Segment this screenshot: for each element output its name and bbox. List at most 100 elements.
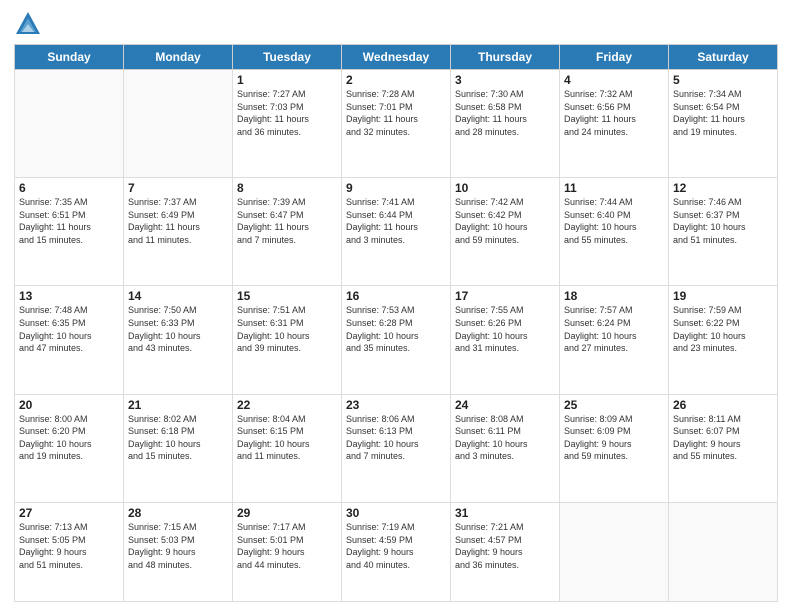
cell-info: Sunrise: 7:46 AM Sunset: 6:37 PM Dayligh… xyxy=(673,196,773,246)
calendar-cell: 20Sunrise: 8:00 AM Sunset: 6:20 PM Dayli… xyxy=(15,394,124,502)
cell-info: Sunrise: 7:53 AM Sunset: 6:28 PM Dayligh… xyxy=(346,304,446,354)
calendar-cell: 14Sunrise: 7:50 AM Sunset: 6:33 PM Dayli… xyxy=(124,286,233,394)
calendar-cell: 4Sunrise: 7:32 AM Sunset: 6:56 PM Daylig… xyxy=(560,70,669,178)
calendar-cell: 21Sunrise: 8:02 AM Sunset: 6:18 PM Dayli… xyxy=(124,394,233,502)
day-number: 14 xyxy=(128,289,228,303)
calendar-week-row: 6Sunrise: 7:35 AM Sunset: 6:51 PM Daylig… xyxy=(15,178,778,286)
cell-info: Sunrise: 7:30 AM Sunset: 6:58 PM Dayligh… xyxy=(455,88,555,138)
cell-info: Sunrise: 7:13 AM Sunset: 5:05 PM Dayligh… xyxy=(19,521,119,571)
cell-info: Sunrise: 7:27 AM Sunset: 7:03 PM Dayligh… xyxy=(237,88,337,138)
calendar-cell: 11Sunrise: 7:44 AM Sunset: 6:40 PM Dayli… xyxy=(560,178,669,286)
cell-info: Sunrise: 7:57 AM Sunset: 6:24 PM Dayligh… xyxy=(564,304,664,354)
calendar-cell xyxy=(669,502,778,601)
calendar-cell: 24Sunrise: 8:08 AM Sunset: 6:11 PM Dayli… xyxy=(451,394,560,502)
day-number: 27 xyxy=(19,506,119,520)
calendar-cell xyxy=(124,70,233,178)
day-number: 30 xyxy=(346,506,446,520)
calendar-week-row: 13Sunrise: 7:48 AM Sunset: 6:35 PM Dayli… xyxy=(15,286,778,394)
cell-info: Sunrise: 7:37 AM Sunset: 6:49 PM Dayligh… xyxy=(128,196,228,246)
cell-info: Sunrise: 7:28 AM Sunset: 7:01 PM Dayligh… xyxy=(346,88,446,138)
cell-info: Sunrise: 7:35 AM Sunset: 6:51 PM Dayligh… xyxy=(19,196,119,246)
cell-info: Sunrise: 7:15 AM Sunset: 5:03 PM Dayligh… xyxy=(128,521,228,571)
cell-info: Sunrise: 8:09 AM Sunset: 6:09 PM Dayligh… xyxy=(564,413,664,463)
calendar-cell: 6Sunrise: 7:35 AM Sunset: 6:51 PM Daylig… xyxy=(15,178,124,286)
calendar-cell: 31Sunrise: 7:21 AM Sunset: 4:57 PM Dayli… xyxy=(451,502,560,601)
logo xyxy=(14,10,46,38)
cell-info: Sunrise: 8:11 AM Sunset: 6:07 PM Dayligh… xyxy=(673,413,773,463)
calendar-week-row: 1Sunrise: 7:27 AM Sunset: 7:03 PM Daylig… xyxy=(15,70,778,178)
cell-info: Sunrise: 7:42 AM Sunset: 6:42 PM Dayligh… xyxy=(455,196,555,246)
calendar-table: SundayMondayTuesdayWednesdayThursdayFrid… xyxy=(14,44,778,602)
day-number: 16 xyxy=(346,289,446,303)
cell-info: Sunrise: 8:00 AM Sunset: 6:20 PM Dayligh… xyxy=(19,413,119,463)
day-number: 4 xyxy=(564,73,664,87)
cell-info: Sunrise: 7:32 AM Sunset: 6:56 PM Dayligh… xyxy=(564,88,664,138)
calendar-cell: 27Sunrise: 7:13 AM Sunset: 5:05 PM Dayli… xyxy=(15,502,124,601)
logo-icon xyxy=(14,10,42,38)
calendar-cell: 8Sunrise: 7:39 AM Sunset: 6:47 PM Daylig… xyxy=(233,178,342,286)
cell-info: Sunrise: 7:39 AM Sunset: 6:47 PM Dayligh… xyxy=(237,196,337,246)
calendar-cell: 9Sunrise: 7:41 AM Sunset: 6:44 PM Daylig… xyxy=(342,178,451,286)
cell-info: Sunrise: 8:08 AM Sunset: 6:11 PM Dayligh… xyxy=(455,413,555,463)
cell-info: Sunrise: 7:55 AM Sunset: 6:26 PM Dayligh… xyxy=(455,304,555,354)
calendar-cell xyxy=(15,70,124,178)
cell-info: Sunrise: 8:02 AM Sunset: 6:18 PM Dayligh… xyxy=(128,413,228,463)
calendar-cell: 10Sunrise: 7:42 AM Sunset: 6:42 PM Dayli… xyxy=(451,178,560,286)
day-number: 3 xyxy=(455,73,555,87)
calendar-week-row: 20Sunrise: 8:00 AM Sunset: 6:20 PM Dayli… xyxy=(15,394,778,502)
day-number: 13 xyxy=(19,289,119,303)
cell-info: Sunrise: 8:04 AM Sunset: 6:15 PM Dayligh… xyxy=(237,413,337,463)
day-number: 10 xyxy=(455,181,555,195)
day-of-week-header: Sunday xyxy=(15,45,124,70)
calendar-cell xyxy=(560,502,669,601)
day-number: 28 xyxy=(128,506,228,520)
day-of-week-header: Thursday xyxy=(451,45,560,70)
calendar-cell: 3Sunrise: 7:30 AM Sunset: 6:58 PM Daylig… xyxy=(451,70,560,178)
calendar-cell: 13Sunrise: 7:48 AM Sunset: 6:35 PM Dayli… xyxy=(15,286,124,394)
calendar-cell: 23Sunrise: 8:06 AM Sunset: 6:13 PM Dayli… xyxy=(342,394,451,502)
day-number: 6 xyxy=(19,181,119,195)
day-number: 19 xyxy=(673,289,773,303)
day-number: 24 xyxy=(455,398,555,412)
calendar-cell: 17Sunrise: 7:55 AM Sunset: 6:26 PM Dayli… xyxy=(451,286,560,394)
calendar-cell: 15Sunrise: 7:51 AM Sunset: 6:31 PM Dayli… xyxy=(233,286,342,394)
day-number: 22 xyxy=(237,398,337,412)
calendar-header-row: SundayMondayTuesdayWednesdayThursdayFrid… xyxy=(15,45,778,70)
cell-info: Sunrise: 7:19 AM Sunset: 4:59 PM Dayligh… xyxy=(346,521,446,571)
page: SundayMondayTuesdayWednesdayThursdayFrid… xyxy=(0,0,792,612)
day-number: 20 xyxy=(19,398,119,412)
calendar-cell: 19Sunrise: 7:59 AM Sunset: 6:22 PM Dayli… xyxy=(669,286,778,394)
day-number: 15 xyxy=(237,289,337,303)
calendar-cell: 22Sunrise: 8:04 AM Sunset: 6:15 PM Dayli… xyxy=(233,394,342,502)
calendar-cell: 2Sunrise: 7:28 AM Sunset: 7:01 PM Daylig… xyxy=(342,70,451,178)
calendar-cell: 12Sunrise: 7:46 AM Sunset: 6:37 PM Dayli… xyxy=(669,178,778,286)
day-number: 11 xyxy=(564,181,664,195)
calendar-cell: 30Sunrise: 7:19 AM Sunset: 4:59 PM Dayli… xyxy=(342,502,451,601)
cell-info: Sunrise: 7:34 AM Sunset: 6:54 PM Dayligh… xyxy=(673,88,773,138)
cell-info: Sunrise: 7:51 AM Sunset: 6:31 PM Dayligh… xyxy=(237,304,337,354)
cell-info: Sunrise: 7:59 AM Sunset: 6:22 PM Dayligh… xyxy=(673,304,773,354)
day-number: 8 xyxy=(237,181,337,195)
day-number: 12 xyxy=(673,181,773,195)
day-number: 18 xyxy=(564,289,664,303)
day-number: 23 xyxy=(346,398,446,412)
cell-info: Sunrise: 7:44 AM Sunset: 6:40 PM Dayligh… xyxy=(564,196,664,246)
calendar-cell: 1Sunrise: 7:27 AM Sunset: 7:03 PM Daylig… xyxy=(233,70,342,178)
calendar-cell: 26Sunrise: 8:11 AM Sunset: 6:07 PM Dayli… xyxy=(669,394,778,502)
calendar-cell: 5Sunrise: 7:34 AM Sunset: 6:54 PM Daylig… xyxy=(669,70,778,178)
cell-info: Sunrise: 7:41 AM Sunset: 6:44 PM Dayligh… xyxy=(346,196,446,246)
day-number: 25 xyxy=(564,398,664,412)
day-of-week-header: Saturday xyxy=(669,45,778,70)
cell-info: Sunrise: 7:48 AM Sunset: 6:35 PM Dayligh… xyxy=(19,304,119,354)
day-number: 17 xyxy=(455,289,555,303)
calendar-cell: 18Sunrise: 7:57 AM Sunset: 6:24 PM Dayli… xyxy=(560,286,669,394)
cell-info: Sunrise: 7:50 AM Sunset: 6:33 PM Dayligh… xyxy=(128,304,228,354)
calendar-cell: 29Sunrise: 7:17 AM Sunset: 5:01 PM Dayli… xyxy=(233,502,342,601)
day-number: 5 xyxy=(673,73,773,87)
day-number: 9 xyxy=(346,181,446,195)
day-of-week-header: Tuesday xyxy=(233,45,342,70)
day-number: 29 xyxy=(237,506,337,520)
calendar-cell: 28Sunrise: 7:15 AM Sunset: 5:03 PM Dayli… xyxy=(124,502,233,601)
calendar-cell: 16Sunrise: 7:53 AM Sunset: 6:28 PM Dayli… xyxy=(342,286,451,394)
day-of-week-header: Wednesday xyxy=(342,45,451,70)
